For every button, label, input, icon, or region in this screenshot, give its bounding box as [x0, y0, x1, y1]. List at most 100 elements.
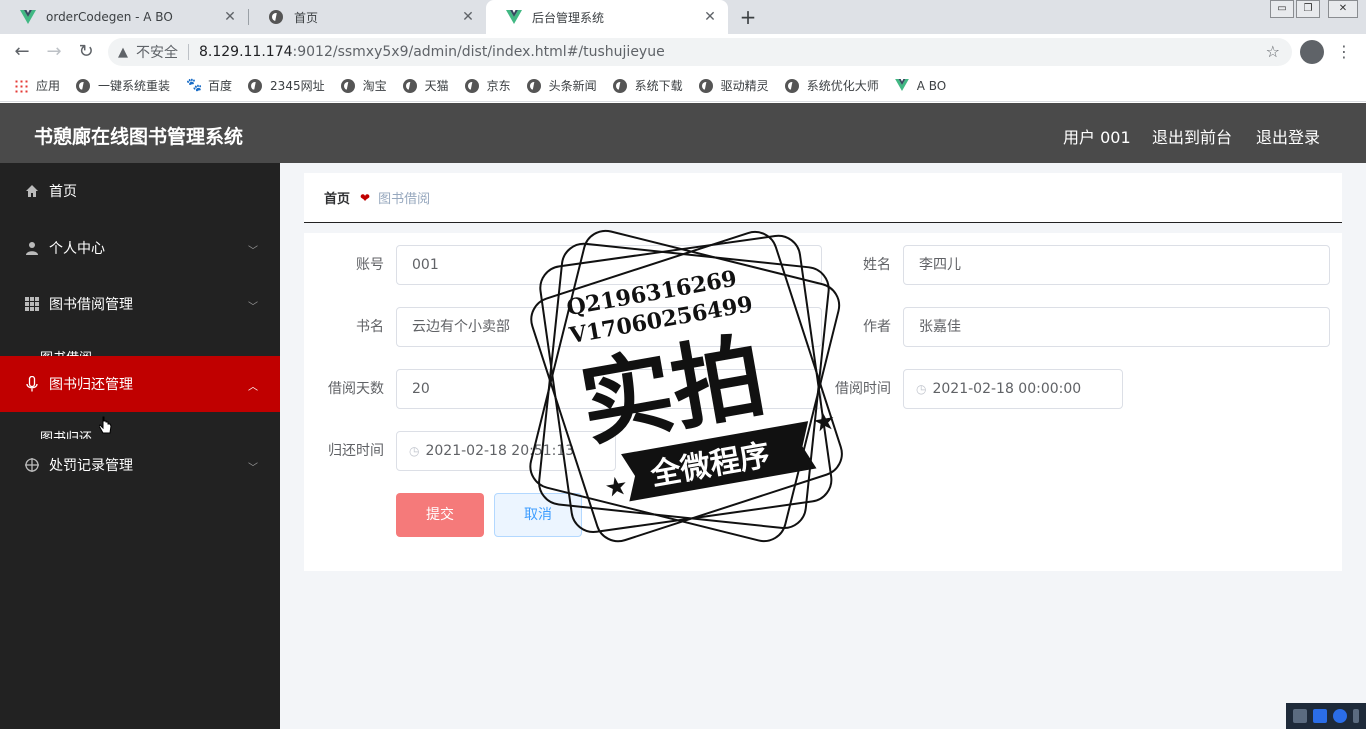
- globe-icon: [526, 78, 541, 93]
- close-icon[interactable]: ✕: [460, 9, 476, 25]
- chevron-down-icon: ﹀: [248, 463, 258, 474]
- bookmark-item[interactable]: 驱动精灵: [698, 77, 769, 94]
- sidebar-item-penalty-manage[interactable]: 处罚记录管理 ﹀: [0, 437, 280, 493]
- app-title: 书憩廊在线图书管理系统: [34, 126, 244, 148]
- borrow-time-field[interactable]: ◷ 2021-02-18 00:00:00: [903, 369, 1123, 409]
- days-field[interactable]: 20: [396, 369, 822, 409]
- return-time-field[interactable]: ◷ 2021-02-18 20:51:13: [396, 431, 616, 471]
- borrow-time-value: 2021-02-18 00:00:00: [932, 381, 1082, 397]
- user-icon: [24, 240, 40, 256]
- new-tab-button[interactable]: +: [736, 5, 760, 29]
- globe-icon: [340, 78, 355, 93]
- exit-to-front-link[interactable]: 退出到前台: [1152, 124, 1232, 148]
- app-header: 书憩廊在线图书管理系统 用户 001 退出到前台 退出登录: [0, 103, 1366, 163]
- bookmark-label: 系统下载: [634, 79, 683, 93]
- chevron-up-icon: ︿: [248, 382, 258, 393]
- bookmark-label: 京东: [486, 79, 511, 93]
- apps-grid-icon: [14, 78, 28, 93]
- close-icon[interactable]: ✕: [702, 9, 718, 25]
- tab-title: 后台管理系统: [532, 10, 605, 25]
- tab-title: orderCodegen - A BO: [46, 10, 173, 24]
- submit-button[interactable]: 提交: [396, 493, 484, 537]
- bookmark-item[interactable]: 2345网址: [248, 77, 325, 94]
- browser-tab-admin[interactable]: 后台管理系统 ✕: [486, 0, 728, 34]
- sidebar: 首页 个人中心 ﹀ 图书借阅管理 ﹀ 图书借阅 图书归还管理 ︿ 图书归还 处罚…: [0, 163, 280, 729]
- profile-avatar[interactable]: [1300, 40, 1324, 64]
- return-time-value: 2021-02-18 20:51:13: [425, 443, 575, 459]
- target-icon: [24, 457, 40, 473]
- bookmark-apps[interactable]: 应用: [14, 77, 60, 94]
- name-field[interactable]: 李四儿: [903, 245, 1330, 285]
- bookmark-item[interactable]: 一键系统重装: [76, 77, 170, 94]
- account-label: 账号: [356, 257, 384, 273]
- name-label: 姓名: [863, 257, 891, 273]
- vue-logo-icon: [894, 78, 909, 93]
- author-label: 作者: [863, 319, 891, 335]
- globe-icon: [76, 78, 91, 93]
- window-close-button[interactable]: ✕: [1328, 0, 1358, 18]
- account-field[interactable]: 001: [396, 245, 822, 285]
- tray-icon[interactable]: [1293, 709, 1307, 723]
- forward-button[interactable]: →: [42, 40, 66, 64]
- globe-icon: [612, 78, 627, 93]
- book-field[interactable]: 云边有个小卖部: [396, 307, 822, 347]
- breadcrumb-home[interactable]: 首页: [324, 188, 350, 207]
- maximize-button[interactable]: ❐: [1296, 0, 1320, 18]
- vue-logo-icon: [20, 9, 36, 25]
- sidebar-item-label: 个人中心: [49, 241, 105, 257]
- return-time-label: 归还时间: [328, 443, 384, 459]
- globe-icon: [784, 78, 799, 93]
- chevron-down-icon: ﹀: [248, 302, 258, 313]
- bookmark-label: A BO: [916, 78, 947, 93]
- sidebar-item-label: 图书借阅管理: [49, 297, 133, 313]
- bookmark-label: 一键系统重装: [98, 79, 171, 93]
- globe-icon: [402, 78, 417, 93]
- sidebar-item-borrow-manage[interactable]: 图书借阅管理 ﹀: [0, 276, 280, 332]
- minimize-button[interactable]: ▭: [1270, 0, 1294, 18]
- tray-icon[interactable]: [1313, 709, 1327, 723]
- author-field[interactable]: 张嘉佳: [903, 307, 1330, 347]
- chevron-down-icon: ﹀: [248, 246, 258, 257]
- bookmark-item[interactable]: 天猫: [402, 77, 449, 94]
- clock-icon: ◷: [916, 382, 927, 396]
- browser-menu-icon[interactable]: ⋮: [1336, 40, 1352, 64]
- home-icon: [24, 183, 40, 199]
- close-icon[interactable]: ✕: [222, 9, 238, 25]
- bookmark-item[interactable]: 淘宝: [340, 77, 387, 94]
- bookmark-label: 淘宝: [362, 79, 387, 93]
- back-button[interactable]: ←: [10, 40, 34, 64]
- bookmark-item[interactable]: 京东: [464, 77, 511, 94]
- sidebar-item-profile[interactable]: 个人中心 ﹀: [0, 220, 280, 276]
- sidebar-item-home[interactable]: 首页: [0, 163, 280, 219]
- vue-logo-icon: [506, 9, 522, 25]
- borrow-form: 账号 001 姓名 李四儿 书名 云边有个小卖部 作者 张嘉佳 借阅天数 20 …: [304, 233, 1342, 571]
- help-icon[interactable]: [1333, 709, 1347, 723]
- warning-icon: ▲: [118, 44, 128, 60]
- bookmark-item[interactable]: A BO: [894, 78, 947, 93]
- address-bar[interactable]: ▲ 不安全 8.129.11.174 :9012/ssmxy5x9/admin/…: [108, 38, 1292, 66]
- bookmark-item[interactable]: 头条新闻: [526, 77, 597, 94]
- mouse-cursor: [98, 416, 115, 438]
- grid-icon: [24, 296, 40, 312]
- bookmark-item[interactable]: 🐾 百度: [186, 77, 232, 94]
- tray-expand-icon[interactable]: [1353, 709, 1359, 723]
- sidebar-item-label: 图书归还管理: [49, 377, 133, 393]
- bookmark-item[interactable]: 系统优化大师: [784, 77, 879, 94]
- browser-toolbar: ← → ↻ ▲ 不安全 8.129.11.174 :9012/ssmxy5x9/…: [0, 34, 1366, 70]
- tab-title: 首页: [294, 10, 319, 25]
- bookmark-label: 系统优化大师: [806, 79, 879, 93]
- bookmark-star-icon[interactable]: ☆: [1266, 42, 1280, 61]
- breadcrumb-current: 图书借阅: [378, 192, 431, 207]
- bookmark-label: 头条新闻: [548, 79, 597, 93]
- logout-link[interactable]: 退出登录: [1256, 124, 1320, 148]
- main-content: 首页 ❤ 图书借阅 账号 001 姓名 李四儿 书名 云边有个小卖部 作者 张嘉…: [280, 163, 1366, 729]
- sidebar-item-label: 处罚记录管理: [49, 458, 133, 474]
- browser-tab-home[interactable]: 首页 ✕: [248, 0, 486, 34]
- bookmark-item[interactable]: 系统下载: [612, 77, 683, 94]
- reload-button[interactable]: ↻: [74, 40, 98, 64]
- cancel-button[interactable]: 取消: [494, 493, 582, 537]
- sidebar-item-return-manage[interactable]: 图书归还管理 ︿: [0, 356, 280, 412]
- globe-icon: [464, 78, 479, 93]
- browser-tab-ordercodegen[interactable]: orderCodegen - A BO ✕: [0, 0, 248, 34]
- globe-icon: [248, 78, 263, 93]
